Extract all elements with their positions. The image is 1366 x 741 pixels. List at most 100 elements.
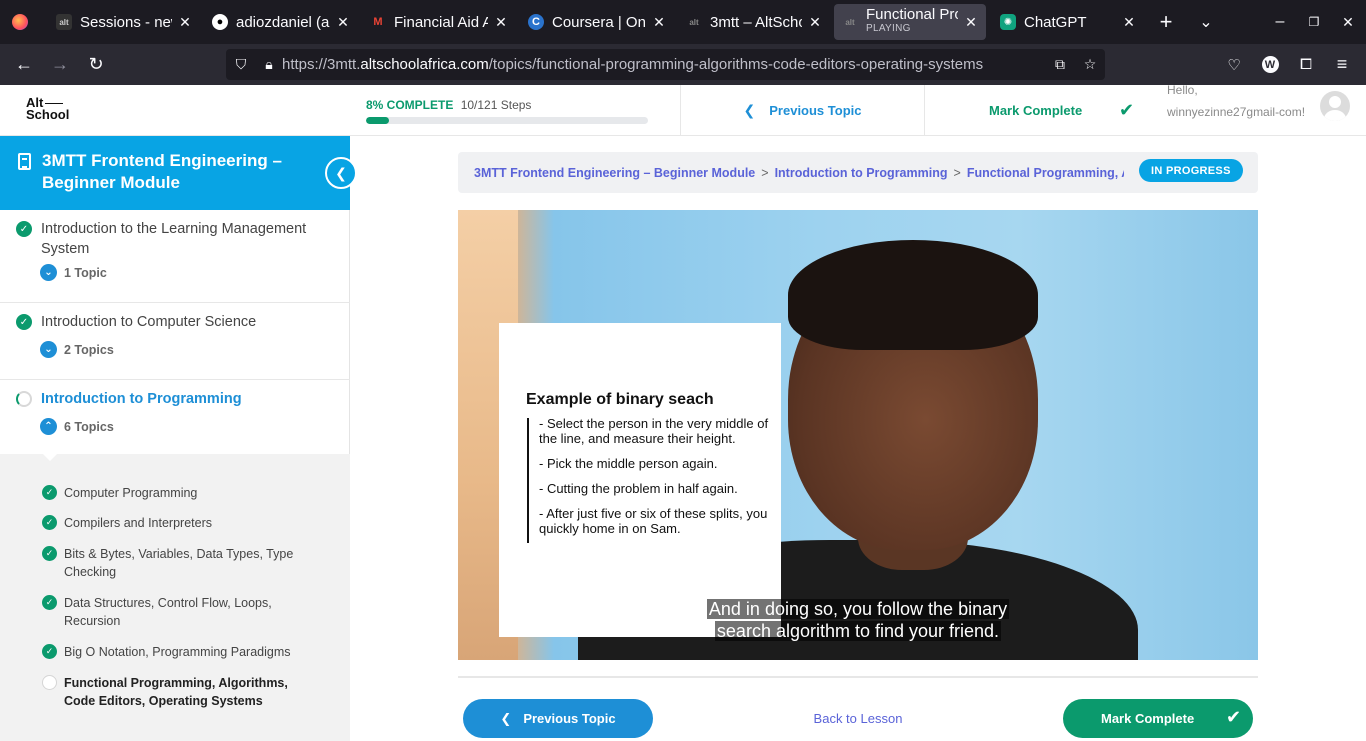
close-window-icon[interactable]: ✕	[1334, 0, 1362, 44]
browser-tab[interactable]: ● adiozdaniel (ad ✕	[204, 4, 358, 40]
browser-tab[interactable]: M Financial Aid A ✕	[362, 4, 516, 40]
lesson-complete-check-icon: ✓	[16, 314, 32, 330]
chevron-down-icon: ⌄	[40, 341, 57, 358]
header-mark-complete-button[interactable]: Mark Complete ✔	[924, 85, 1164, 136]
topic-complete-check-icon: ✓	[42, 595, 57, 610]
tab-playing-label: PLAYING	[866, 23, 911, 34]
chevron-left-icon: ❮	[335, 164, 347, 181]
breadcrumb-link-course[interactable]: 3MTT Frontend Engineering – Beginner Mod…	[474, 166, 755, 180]
forward-arrow-icon[interactable]: →	[42, 44, 78, 85]
course-title: 3MTT Frontend Engineering – Beginner Mod…	[42, 151, 282, 192]
breadcrumb-link-lesson[interactable]: Introduction to Programming	[775, 166, 948, 180]
course-sidebar: 3MTT Frontend Engineering – Beginner Mod…	[0, 136, 350, 741]
sidebar-collapse-button[interactable]: ❮	[325, 157, 357, 189]
topic-complete-check-icon: ✓	[42, 485, 57, 500]
github-icon: ●	[212, 14, 228, 30]
hamburger-menu-icon[interactable]: ≡	[1324, 44, 1360, 85]
chatgpt-icon: ✺	[1000, 14, 1016, 30]
content-divider	[458, 676, 1258, 678]
progress-percent: 8% COMPLETE	[366, 98, 454, 112]
mark-complete-button[interactable]: Mark Complete ✔	[1063, 699, 1253, 738]
browser-tab[interactable]: ✺ ChatGPT ✕	[992, 4, 1144, 40]
checkmark-icon: ✔	[1226, 707, 1242, 727]
lock-icon[interactable]: 🔒︎	[256, 56, 282, 73]
video-caption: And in doing so, you follow the binary s…	[706, 599, 1010, 641]
bookmark-star-icon[interactable]: ☆	[1075, 56, 1105, 73]
restore-window-icon[interactable]: ❐	[1300, 0, 1328, 44]
lesson-complete-check-icon: ✓	[16, 221, 32, 237]
browser-nav-bar: ← → ↻ ⛉ 🔒︎ https://3mtt.altschoolafrica.…	[0, 44, 1366, 85]
browser-tab[interactable]: alt Sessions - new ✕	[48, 4, 200, 40]
course-book-icon	[18, 153, 31, 170]
progress-bar-fill	[366, 117, 389, 124]
close-tab-icon[interactable]: ✕	[1122, 14, 1136, 31]
lesson-title[interactable]: Introduction to the Learning Management …	[41, 219, 331, 259]
lesson-title[interactable]: Introduction to Computer Science	[41, 312, 331, 332]
url-text[interactable]: https://3mtt.altschoolafrica.com/topics/…	[282, 56, 1045, 73]
close-tab-icon[interactable]: ✕	[652, 14, 666, 31]
picture-in-picture-icon[interactable]: ⧉	[1045, 56, 1075, 73]
status-badge: IN PROGRESS	[1139, 159, 1243, 182]
chevron-down-icon: ⌄	[40, 264, 57, 281]
chevron-up-icon: ⌃	[40, 418, 57, 435]
slide-bullets: - Select the person in the very middle o…	[539, 416, 769, 536]
sessions-favicon-icon: alt	[56, 14, 72, 30]
lesson-title[interactable]: Introduction to Programming	[41, 389, 331, 409]
topic-complete-check-icon: ✓	[42, 546, 57, 561]
breadcrumb-link-topic[interactable]: Functional Programming, Al...	[967, 166, 1124, 180]
gmail-icon: M	[373, 16, 383, 28]
topic-complete-check-icon: ✓	[42, 644, 57, 659]
lesson-item[interactable]: ✓ Introduction to the Learning Managemen…	[0, 210, 350, 303]
reload-icon[interactable]: ↻	[78, 44, 114, 85]
user-greeting[interactable]: Hello, winnyezinne27gmail-com!	[1167, 79, 1307, 123]
breadcrumb: 3MTT Frontend Engineering – Beginner Mod…	[458, 152, 1258, 193]
coursera-icon: C	[528, 14, 544, 30]
lesson-item[interactable]: ✓ Introduction to Computer Science ⌄ 2 T…	[0, 303, 350, 380]
progress-steps: 10/121 Steps	[460, 98, 532, 112]
tab-list-chevron-icon[interactable]: ⌄	[1192, 0, 1220, 44]
chevron-left-icon: ❮	[743, 102, 756, 118]
course-header[interactable]: 3MTT Frontend Engineering – Beginner Mod…	[0, 136, 350, 210]
shield-icon[interactable]: ⛉	[226, 56, 256, 73]
lesson-topic-count[interactable]: ⌃ 6 Topics	[40, 418, 114, 435]
lesson-item-active[interactable]: Introduction to Programming ⌃ 6 Topics	[0, 380, 350, 454]
chevron-left-icon: ❮	[500, 710, 512, 726]
back-arrow-icon[interactable]: ←	[6, 44, 42, 85]
lesson-topic-count[interactable]: ⌄ 1 Topic	[40, 264, 107, 281]
url-bar[interactable]: ⛉ 🔒︎ https://3mtt.altschoolafrica.com/to…	[226, 49, 1105, 80]
slide-title: Example of binary seach	[526, 391, 714, 408]
browser-tab-active[interactable]: alt Functional Prog PLAYING ✕	[834, 4, 986, 40]
lms-page: Alt School 8% COMPLETE 10/121 Steps ❮ Pr…	[0, 83, 1366, 741]
previous-topic-button[interactable]: ❮ Previous Topic	[463, 699, 653, 738]
new-tab-plus-icon[interactable]: +	[1150, 0, 1182, 44]
altschool-logo[interactable]: Alt School	[26, 96, 69, 121]
minimize-window-icon[interactable]: –	[1266, 0, 1294, 44]
close-tab-icon[interactable]: ✕	[178, 14, 192, 31]
browser-tab[interactable]: alt 3mtt – AltScho ✕	[678, 4, 830, 40]
checkmark-icon: ✔	[1119, 100, 1135, 120]
course-progress: 8% COMPLETE 10/121 Steps	[366, 98, 656, 124]
user-avatar[interactable]	[1320, 91, 1350, 121]
topic-list: ✓ Computer Programming ✓ Compilers and I…	[0, 453, 350, 741]
topic-incomplete-circle-icon	[42, 675, 57, 690]
topic-complete-check-icon: ✓	[42, 515, 57, 530]
lesson-in-progress-icon	[16, 391, 32, 407]
browser-tab[interactable]: C Coursera | Onli ✕	[520, 4, 674, 40]
video-slide: Example of binary seach - Select the per…	[499, 323, 781, 637]
firefox-icon[interactable]	[0, 0, 40, 44]
close-tab-icon[interactable]: ✕	[336, 14, 350, 31]
lesson-topic-count[interactable]: ⌄ 2 Topics	[40, 341, 114, 358]
header-previous-topic-button[interactable]: ❮ Previous Topic	[680, 85, 924, 136]
page-header: Alt School 8% COMPLETE 10/121 Steps ❮ Pr…	[0, 83, 1366, 136]
close-tab-icon[interactable]: ✕	[494, 14, 508, 31]
back-to-lesson-link[interactable]: Back to Lesson	[790, 711, 926, 726]
browser-tab-bar: alt Sessions - new ✕ ● adiozdaniel (ad ✕…	[0, 0, 1366, 44]
altschool-favicon-icon: alt	[845, 17, 855, 27]
altschool-favicon-icon: alt	[689, 17, 699, 27]
video-player[interactable]: Example of binary seach - Select the per…	[458, 210, 1258, 660]
breadcrumb-trail: 3MTT Frontend Engineering – Beginner Mod…	[474, 166, 1124, 180]
tab-title: Functional Prog	[866, 8, 958, 23]
close-tab-icon[interactable]: ✕	[808, 14, 822, 31]
progress-bar	[366, 117, 648, 124]
close-tab-icon[interactable]: ✕	[964, 14, 978, 31]
